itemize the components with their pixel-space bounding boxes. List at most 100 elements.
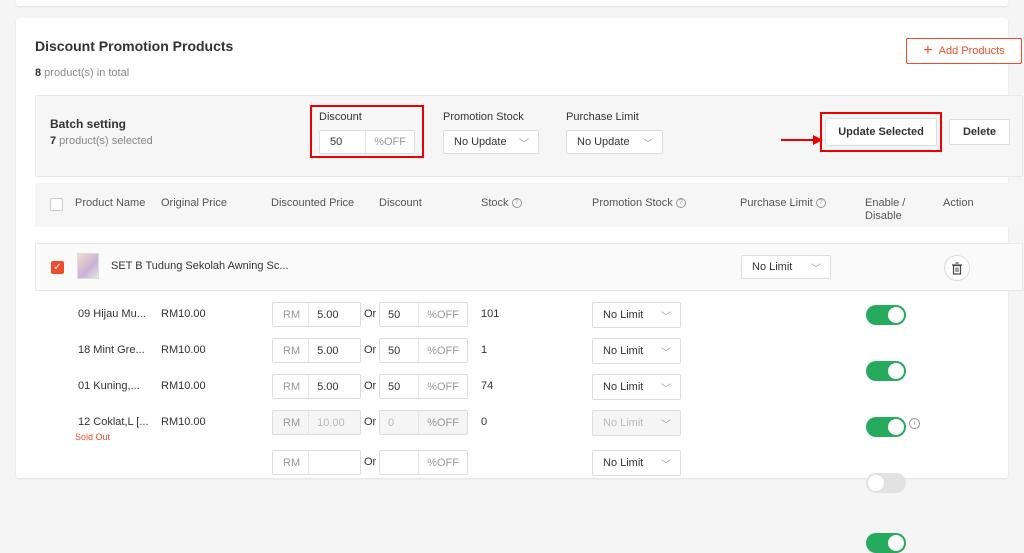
th-stock: Stock? [481, 197, 522, 209]
variation-limit-value: No Limit [603, 417, 644, 429]
currency-prefix: RM [273, 303, 310, 326]
table-header: Product Name Original Price Discounted P… [35, 183, 1023, 227]
currency-prefix: RM [273, 339, 310, 362]
variation-limit-value: No Limit [603, 381, 644, 393]
variation-stock: 1 [481, 344, 488, 356]
discount-percent-value: 50 [388, 308, 401, 321]
off-suffix: %OFF [418, 411, 467, 434]
batch-purchase-limit-select[interactable]: No Update ﹀ [566, 130, 663, 154]
discounted-price-input[interactable]: RM 5.00 [272, 338, 361, 363]
previous-section-card [16, 0, 1008, 6]
enable-toggle[interactable] [866, 533, 906, 553]
th-original-price: Original Price [161, 197, 228, 209]
discount-percent-input[interactable]: 50 %OFF [379, 302, 468, 327]
batch-selected-count: 7 product(s) selected [50, 135, 153, 147]
variation-promotion-stock-select[interactable]: No Limit ﹀ [592, 338, 681, 364]
th-disable-label: Disable [865, 210, 902, 222]
variation-promotion-stock-select[interactable]: No Limit ﹀ [592, 374, 681, 400]
discount-percent-input[interactable]: 50 %OFF [379, 338, 468, 363]
add-products-button[interactable]: + Add Products [906, 38, 1022, 64]
variation-limit-value: No Limit [603, 309, 644, 321]
sold-out-label: Sold Out [75, 432, 111, 442]
variation-limit-value: No Limit [603, 457, 644, 469]
enable-toggle[interactable] [866, 473, 906, 493]
help-icon[interactable]: ? [511, 198, 522, 209]
variation-name: 09 Hijau Mu... [78, 308, 146, 320]
enable-toggle[interactable] [866, 305, 906, 325]
chevron-down-icon: ﹀ [643, 138, 653, 150]
product-checkbox[interactable]: ✓ [51, 261, 64, 274]
chevron-down-icon: ﹀ [661, 383, 671, 395]
variation-original-price: RM10.00 [161, 416, 206, 428]
discount-percent-input[interactable]: %OFF [379, 450, 468, 475]
or-label: Or [364, 308, 377, 320]
help-icon[interactable]: ? [675, 198, 686, 209]
discounted-price-input[interactable]: RM 5.00 [272, 374, 361, 399]
section-title: Discount Promotion Products [35, 38, 234, 54]
product-thumbnail [77, 253, 99, 279]
info-icon[interactable]: i [909, 418, 920, 429]
product-limit-value: No Limit [752, 261, 793, 273]
th-stock-label: Stock [481, 197, 509, 209]
variation-name: 18 Mint Gre... [78, 344, 145, 356]
product-count: 8 product(s) in total [35, 67, 129, 79]
delete-product-button[interactable] [944, 255, 970, 281]
batch-title: Batch setting [50, 117, 127, 131]
chevron-down-icon: ﹀ [519, 138, 529, 150]
discounted-price-value: 10.00 [317, 416, 345, 429]
chevron-down-icon: ﹀ [811, 263, 821, 275]
enable-toggle[interactable] [866, 417, 906, 437]
enable-toggle[interactable] [866, 361, 906, 381]
th-purchase-limit-label: Purchase Limit [740, 197, 813, 209]
or-label: Or [364, 416, 377, 428]
th-enable-disable: Enable / Disable [865, 197, 905, 223]
batch-promo-stock-label: Promotion Stock [443, 111, 524, 123]
select-all-checkbox[interactable] [50, 198, 63, 211]
help-icon[interactable]: ? [815, 198, 826, 209]
chevron-down-icon: ﹀ [661, 347, 671, 359]
off-suffix: %OFF [418, 451, 467, 474]
currency-prefix: RM [273, 451, 310, 474]
or-label: Or [364, 344, 377, 356]
variation-promotion-stock-select[interactable]: No Limit ﹀ [592, 410, 681, 436]
th-purchase-limit: Purchase Limit? [740, 197, 826, 209]
off-suffix: %OFF [418, 375, 467, 398]
discounted-price-input[interactable]: RM 5.00 [272, 302, 361, 327]
arrow-right-icon [781, 135, 823, 145]
product-purchase-limit-select[interactable]: No Limit ﹀ [741, 255, 831, 279]
batch-discount-value: 50 [330, 136, 343, 148]
batch-promo-stock-value: No Update [454, 136, 507, 148]
currency-prefix: RM [273, 375, 310, 398]
variation-promotion-stock-select[interactable]: No Limit ﹀ [592, 450, 681, 476]
variation-stock: 74 [481, 380, 494, 392]
th-promotion-stock-label: Promotion Stock [592, 197, 673, 209]
variation-original-price: RM10.00 [161, 344, 206, 356]
batch-discount-input[interactable]: 50 %OFF [319, 130, 415, 154]
variation-promotion-stock-select[interactable]: No Limit ﹀ [592, 302, 681, 328]
plus-icon: + [923, 41, 933, 59]
batch-discount-label: Discount [319, 111, 362, 123]
variation-original-price: RM10.00 [161, 380, 206, 392]
discounted-price-input[interactable]: RM [272, 450, 361, 475]
currency-prefix: RM [273, 411, 310, 434]
discount-percent-input[interactable]: 50 %OFF [379, 374, 468, 399]
th-promotion-stock: Promotion Stock? [592, 197, 686, 209]
batch-promo-stock-select[interactable]: No Update ﹀ [443, 130, 539, 154]
discounted-price-input[interactable]: RM 10.00 [272, 410, 361, 435]
chevron-down-icon: ﹀ [661, 311, 671, 323]
variation-row: 01 Kuning,... RM10.00 RM 5.00 Or 50 %OFF… [16, 58, 1008, 437]
th-action: Action [943, 197, 974, 209]
discount-percent-input[interactable]: 0 %OFF [379, 410, 468, 435]
selected-suffix: product(s) selected [56, 135, 153, 147]
delete-button[interactable]: Delete [949, 119, 1010, 145]
trash-icon [952, 261, 962, 275]
discount-products-card: Discount Promotion Products 8 product(s)… [16, 18, 1023, 553]
variation-stock: 0 [481, 416, 488, 428]
update-selected-button[interactable]: Update Selected [825, 118, 937, 146]
th-discounted-price: Discounted Price [271, 197, 355, 209]
discounted-price-value: 5.00 [317, 344, 339, 357]
product-row: ✓ SET B Tudung Sekolah Awning Sc... No L… [35, 243, 1023, 291]
discount-percent-value: 0 [388, 416, 395, 429]
variation-row: 09 Hijau Mu... RM10.00 RM 5.00 Or 50 %OF… [16, 18, 1008, 328]
variation-original-price: RM10.00 [161, 308, 206, 320]
